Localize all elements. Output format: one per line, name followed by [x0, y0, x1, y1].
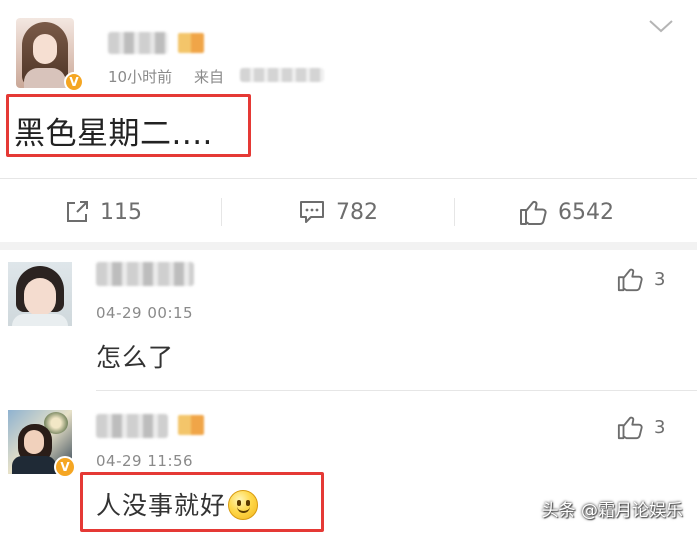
- share-icon: [67, 201, 88, 222]
- like-button[interactable]: 6542: [518, 195, 614, 229]
- comment-count: 782: [336, 199, 378, 225]
- comment-divider: [96, 390, 697, 391]
- like-icon: [520, 200, 547, 225]
- avatar-face: [24, 430, 44, 454]
- commenter-avatar[interactable]: [8, 262, 72, 326]
- section-divider: [0, 242, 697, 250]
- action-separator: [454, 198, 455, 226]
- watermark: 头条 @霜月论娱乐: [541, 501, 683, 521]
- member-badge-icon: [178, 33, 204, 53]
- avatar-body: [12, 456, 56, 474]
- comment-like-count: 3: [654, 268, 666, 290]
- comment-like-count: 3: [654, 416, 666, 438]
- commenter-name-blurred[interactable]: [96, 414, 168, 438]
- comment-time: 04-29 00:15: [96, 304, 194, 322]
- comment-time: 04-29 11:56: [96, 452, 194, 470]
- divider: [0, 178, 697, 179]
- action-separator: [221, 198, 222, 226]
- chevron-down-icon[interactable]: [648, 18, 674, 34]
- comment-button[interactable]: 782: [298, 195, 378, 229]
- comment-text: 怎么了: [96, 343, 175, 372]
- avatar-body: [12, 314, 68, 326]
- verified-badge-icon: V: [64, 72, 84, 92]
- highlight-box: [6, 94, 251, 157]
- highlight-box: [80, 472, 324, 532]
- avatar-face: [24, 278, 56, 316]
- post-time: 10小时前: [108, 68, 173, 86]
- like-count: 6542: [558, 199, 614, 225]
- member-badge-icon: [178, 415, 204, 435]
- avatar-face: [33, 34, 57, 64]
- like-icon: [617, 416, 643, 440]
- avatar-body: [24, 68, 66, 88]
- comment-like-button[interactable]: 3: [616, 266, 665, 292]
- verified-badge-icon: V: [54, 456, 76, 478]
- comment-icon: [300, 201, 324, 223]
- post-source-prefix: 来自: [194, 68, 225, 86]
- post-source-blurred[interactable]: [240, 68, 324, 82]
- comment-like-button[interactable]: 3: [616, 414, 665, 440]
- like-icon: [617, 268, 643, 292]
- commenter-name-blurred[interactable]: [96, 262, 194, 286]
- poster-name-blurred[interactable]: [108, 32, 168, 54]
- share-count: 115: [100, 199, 142, 225]
- share-button[interactable]: 115: [64, 195, 142, 229]
